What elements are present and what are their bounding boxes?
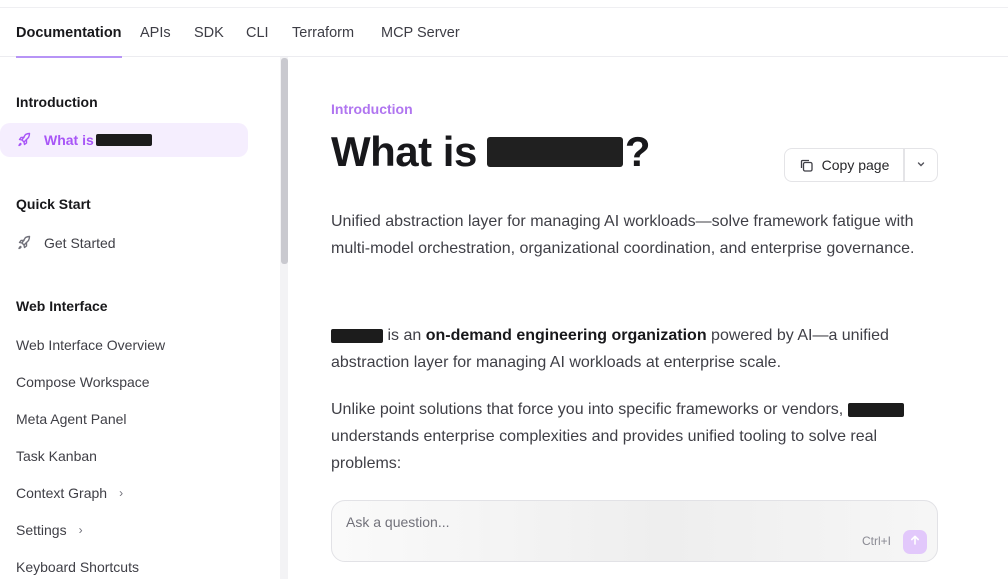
- copy-icon: [799, 158, 814, 173]
- ask-question-box[interactable]: Ctrl+I: [331, 500, 938, 562]
- definition-paragraph: is an on-demand engineering organization…: [331, 322, 931, 376]
- sidebar-item-label: What is: [44, 132, 94, 148]
- top-strip: [0, 0, 1008, 8]
- tab-cli[interactable]: CLI: [246, 9, 269, 57]
- breadcrumb-section: Introduction: [331, 101, 413, 117]
- copy-page-button[interactable]: Copy page: [784, 148, 904, 182]
- sidebar-item-task-kanban[interactable]: Task Kanban: [16, 448, 97, 464]
- sidebar-heading-introduction: Introduction: [16, 94, 98, 110]
- tab-documentation[interactable]: Documentation: [16, 9, 122, 58]
- tab-apis[interactable]: APIs: [140, 9, 171, 57]
- redacted-product-name: [486, 137, 623, 167]
- keyboard-shortcut-hint: Ctrl+I: [862, 534, 892, 548]
- rocket-icon: [16, 235, 32, 251]
- sidebar-item-keyboard-shortcuts[interactable]: Keyboard Shortcuts: [16, 559, 139, 575]
- sidebar-item-label: Settings: [16, 522, 67, 538]
- page-title: What is ?: [331, 128, 651, 176]
- intro-paragraph: Unified abstraction layer for managing A…: [331, 213, 915, 257]
- tab-sdk[interactable]: SDK: [194, 9, 224, 57]
- text-span: understands enterprise complexities and …: [331, 428, 878, 472]
- sidebar-scrollbar-thumb[interactable]: [281, 58, 288, 264]
- tab-terraform[interactable]: Terraform: [292, 9, 354, 57]
- sidebar: Introduction What is Quick Start Get Sta…: [0, 57, 280, 579]
- tab-mcp-server[interactable]: MCP Server: [381, 9, 460, 57]
- sidebar-heading-quick-start: Quick Start: [16, 196, 91, 212]
- sidebar-heading-web-interface: Web Interface: [16, 298, 108, 314]
- text-span: is an: [383, 327, 426, 344]
- sidebar-item-get-started[interactable]: Get Started: [16, 235, 116, 251]
- top-navigation: Documentation APIs SDK CLI Terraform MCP…: [0, 9, 1008, 58]
- chevron-right-icon: ›: [119, 486, 124, 500]
- send-button[interactable]: [903, 530, 927, 554]
- copy-page-menu-button[interactable]: [904, 148, 938, 182]
- sidebar-item-settings[interactable]: Settings ›: [16, 522, 83, 538]
- sidebar-item-meta-agent-panel[interactable]: Meta Agent Panel: [16, 411, 127, 427]
- sidebar-item-what-is[interactable]: What is: [0, 123, 248, 157]
- sidebar-item-context-graph[interactable]: Context Graph ›: [16, 485, 123, 501]
- text-span: Unlike point solutions that force you in…: [331, 401, 848, 418]
- chevron-down-icon: [916, 156, 926, 174]
- sidebar-item-label: Get Started: [44, 235, 116, 251]
- sidebar-item-compose-workspace[interactable]: Compose Workspace: [16, 374, 150, 390]
- sidebar-item-web-interface-overview[interactable]: Web Interface Overview: [16, 337, 165, 353]
- redacted-product-name: [331, 328, 383, 343]
- page-title-text: What is: [331, 128, 477, 175]
- redacted-product-name: [95, 134, 152, 146]
- redacted-product-name: [847, 402, 904, 417]
- rocket-icon: [16, 132, 32, 148]
- ask-question-input[interactable]: [346, 511, 826, 533]
- arrow-up-icon: [909, 533, 921, 551]
- page-title-suffix: ?: [624, 128, 651, 175]
- sidebar-item-label: Context Graph: [16, 485, 108, 501]
- bold-text: on-demand engineering organization: [425, 327, 707, 344]
- comparison-paragraph: Unlike point solutions that force you in…: [331, 396, 931, 477]
- copy-page-label: Copy page: [821, 157, 890, 173]
- chevron-right-icon: ›: [78, 523, 83, 537]
